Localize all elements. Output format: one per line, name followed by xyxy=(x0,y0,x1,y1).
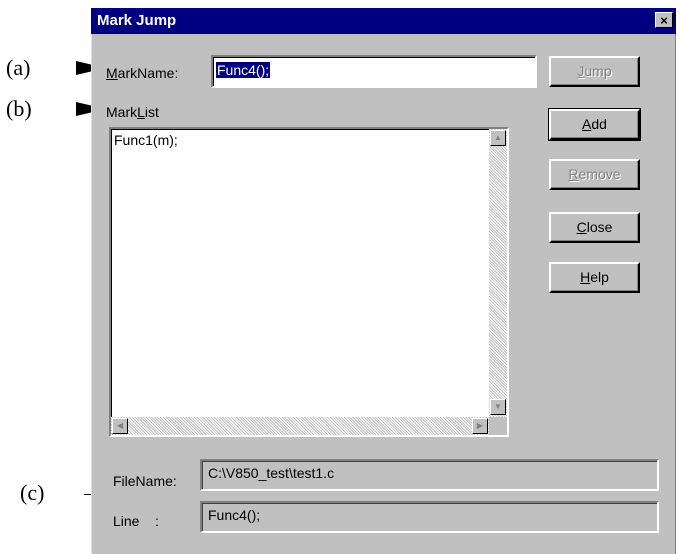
marklist-label: MarkList xyxy=(106,104,159,120)
horizontal-scrollbar[interactable] xyxy=(111,417,489,435)
close-button[interactable]: Close xyxy=(549,212,640,243)
arrow-up-icon[interactable]: ▲ xyxy=(490,130,506,146)
help-button[interactable]: Help xyxy=(549,262,640,293)
vertical-scrollbar[interactable] xyxy=(489,129,507,417)
close-icon[interactable]: × xyxy=(655,12,673,28)
annotation-b: (b) xyxy=(6,96,32,121)
line-field: Func4(); xyxy=(200,501,659,533)
arrow-left-icon[interactable]: ◀ xyxy=(112,418,128,434)
jump-button[interactable]: Jump xyxy=(549,56,640,87)
marklist-listbox[interactable]: Func1(m); ▲ ▼ ◀ ▶ xyxy=(109,127,509,437)
title-bar[interactable]: Mark Jump × xyxy=(91,8,676,34)
arrow-down-icon[interactable]: ▼ xyxy=(490,399,506,415)
annotation-c: (c) xyxy=(20,480,45,505)
arrow-right-icon[interactable]: ▶ xyxy=(472,418,488,434)
markname-label: MarkName: xyxy=(106,65,179,81)
scrollbar-corner xyxy=(489,417,507,435)
add-button[interactable]: Add xyxy=(548,108,641,141)
annotation-a: (a) xyxy=(6,55,31,80)
list-item[interactable]: Func1(m); xyxy=(114,132,178,148)
mark-jump-dialog: Mark Jump × MarkName: Func4(); MarkList … xyxy=(91,8,676,554)
filename-label: FileName: xyxy=(113,473,177,489)
filename-field: C:\V850_test\test1.c xyxy=(200,459,659,491)
markname-input[interactable]: Func4(); xyxy=(211,55,537,88)
line-label: Line : xyxy=(113,513,159,529)
remove-button[interactable]: Remove xyxy=(549,159,640,190)
markname-input-value: Func4(); xyxy=(216,62,271,78)
dialog-title: Mark Jump xyxy=(97,12,177,29)
